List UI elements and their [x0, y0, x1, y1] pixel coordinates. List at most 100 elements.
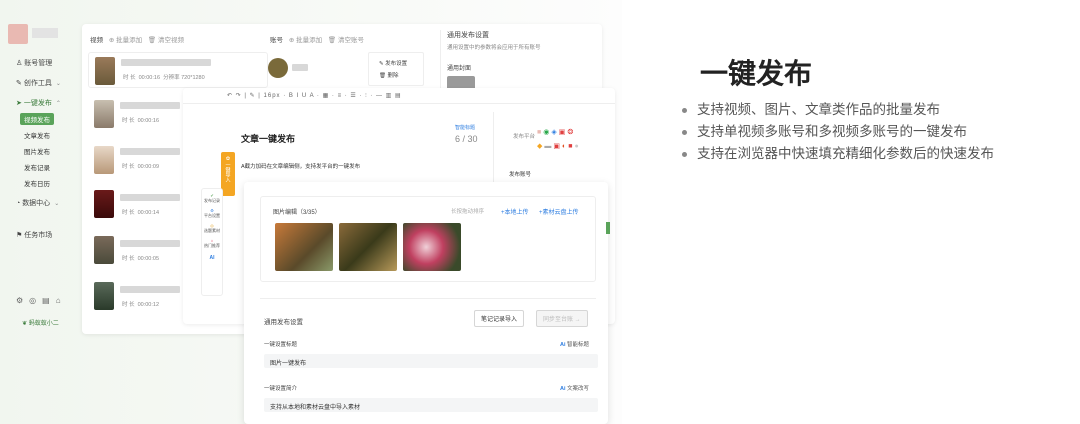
user-icon: ♙ — [16, 60, 23, 67]
rewrite-button[interactable]: Ai 文案改写 — [560, 384, 589, 392]
hot-tool[interactable]: ⌂ 热门推荐 — [202, 238, 222, 249]
sidebar-item-tools[interactable]: ✎ 创作工具 ⌄ — [16, 78, 61, 88]
list-item: 支持在浏览器中快速填充精细化参数后的快速发布 — [682, 142, 994, 164]
smart-title-button[interactable]: Ai 智能标题 — [560, 340, 589, 348]
cloud-upload-button[interactable]: +素材云盘上传 — [539, 207, 579, 216]
app-logo — [8, 24, 28, 44]
feature-heading: 一键发布 — [700, 57, 813, 90]
video-meta: 时 长 00:00:16 — [122, 118, 160, 124]
platform-icons[interactable]: ■◉◈▣❂ — [537, 128, 575, 136]
video-meta: 时 长 00:00:12 — [122, 302, 160, 308]
ai-icon: Ai — [560, 386, 566, 392]
article-body[interactable]: A截力加码在文章编辑侧，支持发平台的一键发布 — [241, 162, 360, 170]
bullet-icon — [682, 129, 687, 135]
list-item: 支持视频、图片、文章类作品的批量发布 — [682, 98, 994, 120]
clear-video-button[interactable]: 🗑 清空视频 — [148, 37, 184, 44]
send-icon: ➤ — [16, 100, 22, 107]
delete-button[interactable]: 🗑 删除 — [379, 71, 399, 79]
video-thumbnail — [94, 146, 114, 174]
chevron-up-icon: ⌃ — [55, 101, 61, 107]
app-logo-text — [32, 28, 58, 38]
chevron-down-icon: ⌄ — [54, 201, 60, 207]
general-publish-title: 通用发布设置 — [264, 319, 303, 326]
intro-setting-label: 一键设置简介 — [264, 386, 298, 392]
video-meta: 时 长 00:00:16 分辨率 720*1280 — [123, 75, 205, 81]
sidebar-sub-image[interactable]: 图片发布 — [24, 146, 50, 156]
topic-tool[interactable]: ◎ 选题素材 — [202, 223, 222, 234]
video-meta: 时 长 00:00:05 — [122, 256, 160, 262]
import-records-button[interactable]: 笔记记录导入 — [474, 310, 525, 327]
local-upload-button[interactable]: +本地上传 — [501, 207, 529, 216]
clear-account-button[interactable]: 🗑 清空账号 — [328, 37, 364, 44]
sidebar-item-data[interactable]: ◔ 数据中心 ⌄ — [16, 198, 59, 208]
list-item: 支持单视频多账号和多视频多账号的一键发布 — [682, 120, 994, 142]
intro-input[interactable]: 支持从本地和素材云盘中导入素材 — [264, 398, 598, 412]
sidebar-item-publish[interactable]: ➤ 一键发布 ⌃ — [16, 98, 61, 108]
bulk-add-video-button[interactable]: ⊕ 批量添加 — [109, 37, 142, 44]
account-actions: ✎ 发布设置 🗑 删除 — [368, 52, 424, 86]
video-title — [120, 240, 180, 247]
import-tab[interactable]: ✿ 一键导入 — [221, 152, 235, 196]
article-title[interactable]: 文章一键发布 — [241, 132, 295, 145]
publish-account-label: 发布账号 — [509, 172, 532, 178]
list-item[interactable]: 时 长 00:00:12 — [88, 280, 188, 316]
video-title — [120, 148, 180, 155]
bullet-icon — [682, 107, 687, 113]
list-item[interactable]: 时 长 00:00:09 — [88, 142, 188, 178]
account-name — [292, 64, 308, 71]
platform-icons-row2[interactable]: ◆▬▣◐■● — [537, 142, 581, 150]
editor-toolbar[interactable]: ↶ ↷ | ✎ | 16px · B I U A · ▦ · ≡ · ☰ · ⫶… — [183, 88, 615, 104]
sidebar: ♙ 账号管理 ✎ 创作工具 ⌄ ➤ 一键发布 ⌃ 视频发布 文章发布 图片发布 发布… — [8, 18, 78, 338]
title-setting-label: 一键设置标题 — [264, 342, 298, 348]
list-item[interactable]: 时 长 00:00:14 — [88, 188, 188, 224]
feature-list: 支持视频、图片、文章类作品的批量发布 支持单视频多账号和多视频多账号的一键发布 … — [682, 98, 994, 164]
sync-button[interactable]: 同步至台账 → — [536, 310, 588, 327]
app-screenshot: ♙ 账号管理 ✎ 创作工具 ⌄ ➤ 一键发布 ⌃ 视频发布 文章发布 图片发布 发布… — [0, 0, 622, 424]
sidebar-bottom-icons[interactable]: ⚙◎▤⌂ — [16, 296, 67, 305]
avatar — [268, 58, 288, 78]
image-thumbnail[interactable] — [275, 223, 333, 271]
video-title — [121, 59, 211, 66]
video-title — [120, 286, 180, 293]
video-thumbnail — [94, 190, 114, 218]
publish-settings-button[interactable]: ✎ 发布设置 — [379, 59, 407, 67]
brand-label: ❦ 蚂蚁蚁小二 — [22, 321, 59, 327]
platform-tool[interactable]: ⚙ 平台设置 — [202, 208, 222, 219]
image-thumbnail[interactable] — [339, 223, 397, 271]
sidebar-item-accounts[interactable]: ♙ 账号管理 — [16, 58, 52, 68]
sidebar-sub-calendar[interactable]: 发布日历 — [24, 178, 50, 188]
image-edit-title: 图片编辑（3/35） — [273, 210, 321, 216]
tool-icon: ✎ — [16, 80, 22, 87]
account-header: 账号 ⊕ 批量添加 🗑 清空账号 — [270, 37, 364, 44]
list-item[interactable]: 时 长 00:00:16 分辨率 720*1280 — [88, 52, 268, 88]
records-tool[interactable]: ✔ 发布记录 — [202, 193, 222, 204]
sidebar-sub-article[interactable]: 文章发布 — [24, 130, 50, 140]
title-counter: 6 / 30 — [455, 134, 478, 144]
list-item[interactable]: 时 长 00:00:16 — [88, 96, 188, 132]
video-thumbnail — [94, 236, 114, 264]
list-item[interactable]: 时 长 00:00:05 — [88, 234, 188, 270]
sidebar-sub-video[interactable]: 视频发布 — [20, 113, 54, 125]
general-settings-title: 通用发布设置 — [447, 32, 489, 39]
sidebar-item-tasks[interactable]: ⚑ 任务市场 — [16, 230, 52, 240]
divider — [260, 298, 596, 299]
bulk-add-account-button[interactable]: ⊕ 批量添加 — [289, 37, 322, 44]
video-thumbnail — [95, 57, 115, 85]
image-thumbnail[interactable] — [403, 223, 461, 271]
video-thumbnail — [94, 100, 114, 128]
title-input[interactable]: 图片一键发布 — [264, 354, 598, 368]
scroll-indicator[interactable] — [606, 222, 610, 234]
bullet-icon — [682, 151, 687, 157]
smart-title-link[interactable]: 智能标题 — [455, 124, 475, 131]
ai-icon: Ai — [560, 342, 566, 348]
video-title — [120, 102, 180, 109]
sort-hint: 长按拖动排序 — [451, 209, 485, 215]
ai-tool[interactable]: AI — [202, 255, 222, 261]
video-meta: 时 长 00:00:09 — [122, 164, 160, 170]
side-tools: ✔ 发布记录 ⚙ 平台设置 ◎ 选题素材 ⌂ 热门推荐 AI — [201, 188, 223, 296]
sidebar-sub-records[interactable]: 发布记录 — [24, 162, 50, 172]
publish-platform-label: 发布平台 — [513, 134, 536, 140]
image-editor: 图片编辑（3/35） 长按拖动排序 +本地上传 +素材云盘上传 — [260, 196, 596, 282]
flag-icon: ⚑ — [16, 232, 23, 239]
video-title — [120, 194, 180, 201]
